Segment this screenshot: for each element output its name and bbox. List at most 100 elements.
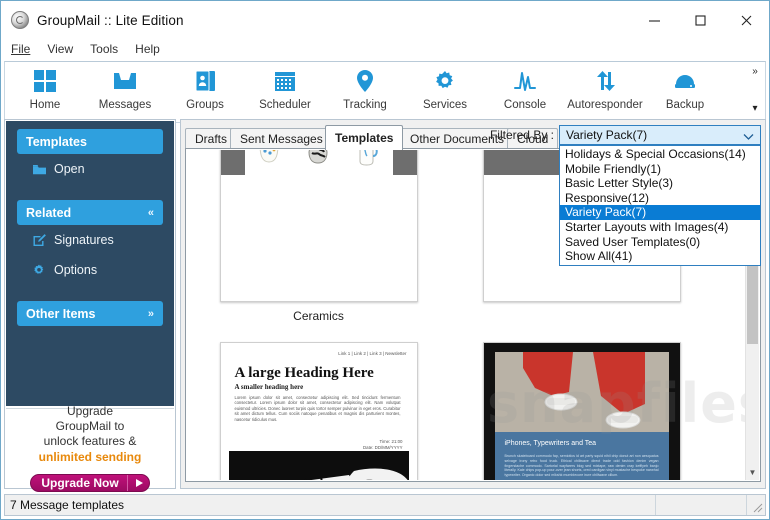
sidebar-group-other-items[interactable]: Other Items » (17, 301, 163, 326)
dropdown-option-responsive[interactable]: Responsive(12) (560, 191, 760, 206)
one-step-title: iPhones, Typewriters and Tea (504, 440, 597, 447)
one-step-body: Brunch skateboard commodo fap, semiotics… (504, 454, 659, 478)
toolbar-overflow-caret[interactable]: ▾ (752, 103, 757, 114)
window-title: GroupMail :: Lite Edition (37, 12, 184, 28)
folder-icon (32, 163, 54, 176)
chevron-up-icon[interactable]: « (148, 207, 154, 219)
grid-squares-icon (32, 67, 58, 95)
toolbar-button-groups[interactable]: Groups (165, 62, 245, 120)
chevron-down-icon[interactable] (743, 130, 754, 144)
maximize-icon[interactable] (677, 1, 723, 39)
window-controls (631, 1, 769, 39)
filter-combobox[interactable]: Variety Pack(7) (559, 125, 761, 145)
scrollbar-thumb[interactable] (747, 258, 758, 344)
sidebar-item-open-label: Open (54, 162, 85, 176)
toolbar-label-console: Console (503, 99, 547, 111)
menu-tools-label: Tools (90, 42, 119, 56)
application-window: GroupMail :: Lite Edition File View Tool… (0, 0, 770, 520)
tab-drafts-label: Drafts (195, 132, 228, 146)
toolbar-label-scheduler: Scheduler (259, 99, 311, 111)
address-book-icon (192, 67, 218, 95)
sidebar-group-related[interactable]: Related « (17, 200, 163, 225)
menu-item-tools[interactable]: Tools (88, 41, 120, 57)
sidebar-item-signatures-label: Signatures (54, 233, 114, 247)
toolbar-overflow[interactable]: » ▾ (747, 62, 763, 120)
template-card-ceramics[interactable]: Ceramics (187, 150, 450, 342)
tab-templates[interactable]: Templates (325, 125, 404, 150)
hard-drive-icon (672, 67, 698, 95)
toolbar-label-home: Home (29, 99, 61, 111)
template-card-music[interactable]: Link 1 | Link 2 | Link 3 | Newsletter A … (187, 342, 450, 480)
map-pin-icon (352, 67, 378, 95)
inbox-tray-icon (112, 67, 138, 95)
dropdown-option-mobile-friendly[interactable]: Mobile Friendly(1) (560, 162, 760, 177)
sidebar-item-options-label: Options (54, 263, 98, 277)
sidebar-item-signatures[interactable]: Signatures (6, 225, 174, 255)
tab-templates-label: Templates (335, 131, 394, 145)
dropdown-option-variety-pack[interactable]: Variety Pack(7) (560, 205, 760, 220)
sidebar-group-templates-label: Templates (26, 134, 87, 149)
template-label-ceramics: Ceramics (293, 309, 344, 323)
sidebar-item-open[interactable]: Open (6, 154, 174, 184)
sidebar-item-options[interactable]: Options (6, 255, 174, 285)
sidebar-group-templates[interactable]: Templates (17, 129, 163, 154)
menu-item-file[interactable]: File (9, 41, 32, 57)
dropdown-option-show-all[interactable]: Show All(41) (560, 249, 760, 264)
upgrade-line-1: Upgrade (66, 404, 114, 418)
toolbar-button-home[interactable]: Home (5, 62, 85, 120)
chevron-down-icon[interactable]: » (148, 308, 154, 320)
close-icon[interactable] (723, 1, 769, 39)
gear-icon (432, 67, 458, 95)
music-preview-guitar-image (228, 451, 409, 480)
music-preview-subheading: A smaller heading here (234, 383, 304, 391)
groupmail-logo-icon (11, 11, 29, 29)
toolbar-button-autoresponder[interactable]: Autoresponder (565, 62, 645, 120)
one-step-photo (494, 352, 669, 432)
toolbar-overflow-chevrons[interactable]: » (752, 66, 758, 77)
template-thumbnail-one-step: iPhones, Typewriters and Tea Brunch skat… (482, 342, 681, 480)
toolbar-label-messages: Messages (98, 99, 152, 111)
tab-sent-messages-label: Sent Messages (240, 132, 323, 146)
menu-help-label: Help (135, 42, 160, 56)
music-preview-nav: Link 1 | Link 2 | Link 3 | Newsletter (338, 351, 407, 356)
upgrade-line-3: unlock features & (43, 434, 137, 448)
dropdown-option-basic-letter-style[interactable]: Basic Letter Style(3) (560, 176, 760, 191)
upgrade-accent-text: unlimited sending (38, 450, 142, 464)
toolbar-button-tracking[interactable]: Tracking (325, 62, 405, 120)
status-text: 7 Message templates (5, 495, 656, 515)
scroll-down-icon[interactable]: ▼ (746, 465, 759, 480)
main-toolbar: Home Messages Groups Scheduler Tracking (4, 61, 766, 123)
menu-item-help[interactable]: Help (133, 41, 162, 57)
toolbar-button-messages[interactable]: Messages (85, 62, 165, 120)
music-preview-heading: A large Heading Here (234, 365, 374, 381)
sidebar-group-related-label: Related (26, 205, 72, 220)
menu-item-view[interactable]: View (45, 41, 75, 57)
upgrade-now-button[interactable]: Upgrade Now (30, 474, 150, 492)
toolbar-label-groups: Groups (186, 99, 224, 111)
calendar-icon (272, 67, 298, 95)
toolbar-button-console[interactable]: Console (485, 62, 565, 120)
toolbar-button-backup[interactable]: Backup (645, 62, 725, 120)
dropdown-option-holidays[interactable]: Holidays & Special Occasions(14) (560, 147, 760, 162)
toolbar-button-services[interactable]: Services (405, 62, 485, 120)
template-thumbnail-music: Link 1 | Link 2 | Link 3 | Newsletter A … (219, 342, 418, 480)
music-preview-body: Lorem ipsum dolor sit amet, consectetur … (234, 395, 401, 422)
sidebar-group-other-items-label: Other Items (26, 306, 96, 321)
filter-label: Filtered By : (489, 128, 554, 142)
filter-row: Filtered By : Variety Pack(7) (490, 125, 761, 145)
toolbar-label-services: Services (422, 99, 468, 111)
resize-grip-icon[interactable] (747, 495, 765, 515)
toolbar-label-tracking: Tracking (343, 99, 387, 111)
minimize-icon[interactable] (631, 1, 677, 39)
one-step-text-block: iPhones, Typewriters and Tea Brunch skat… (494, 432, 669, 480)
refresh-arrows-icon (592, 67, 618, 95)
pencil-square-icon (32, 233, 54, 247)
dropdown-option-starter-layouts[interactable]: Starter Layouts with Images(4) (560, 220, 760, 235)
toolbar-label-autoresponder: Autoresponder (567, 99, 643, 111)
toolbar-button-scheduler[interactable]: Scheduler (245, 62, 325, 120)
dropdown-option-saved-user-templates[interactable]: Saved User Templates(0) (560, 235, 760, 250)
filter-dropdown-list[interactable]: Holidays & Special Occasions(14) Mobile … (559, 145, 761, 266)
template-card-one-step[interactable]: iPhones, Typewriters and Tea Brunch skat… (450, 342, 713, 480)
tab-sent-messages[interactable]: Sent Messages (230, 128, 333, 149)
menu-file-label: File (11, 42, 31, 56)
